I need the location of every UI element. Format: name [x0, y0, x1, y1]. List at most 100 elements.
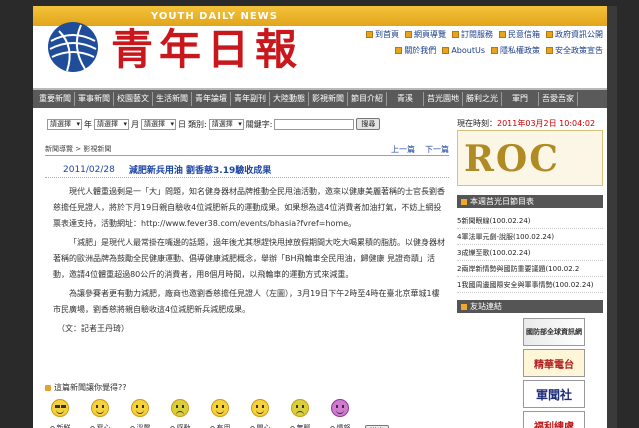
smile-face-icon	[211, 399, 229, 417]
mood-option: 憤怒	[325, 399, 355, 428]
nav-item[interactable]: 生活新聞	[153, 92, 192, 106]
links-header: 友站連結	[457, 300, 603, 313]
angry-face-icon	[331, 399, 349, 417]
nav-item[interactable]: 大陸動態	[270, 92, 309, 106]
paragraph: 現代人體重過剩是一「大」問題，知名健身器材品牌推動全民甩油活動，邀來以健康美麗著…	[53, 187, 445, 228]
privacy-icon	[491, 47, 498, 54]
article-title: 減肥新兵用油 劉香慈3.19驗收成果	[128, 166, 272, 176]
banner-news-agency[interactable]: 軍聞社	[523, 380, 585, 408]
nav-item[interactable]: 青年副刊	[231, 92, 270, 106]
banner-radio[interactable]: 精華電台	[523, 349, 585, 377]
mood-option: 開心	[245, 399, 275, 428]
schedule-item[interactable]: 4軍法單元劇-說服(100.02.24)	[457, 229, 603, 245]
logo-title: 青年日報	[111, 25, 304, 74]
bullet-icon	[461, 303, 467, 310]
teary-face-icon	[171, 399, 189, 417]
cool-face-icon	[51, 399, 69, 417]
breadcrumb-bar: 新聞導覽 > 影視新聞 上一篇 下一篇	[45, 143, 449, 156]
year-select[interactable]: 請選擇	[47, 118, 82, 130]
mood-poll: 這篇新聞讓你覺得?? 新鮮 窩心 溫馨 感動 有用 開心 無聊 憤怒 送出	[45, 382, 449, 428]
about-en-icon	[442, 47, 450, 54]
roc-logo: ROC	[464, 138, 560, 180]
site-header: YOUTH DAILY NEWS 青年日報 到首頁 網頁導覽 訂閱服務 民意信箱…	[33, 6, 607, 88]
schedule-header: 本週莒光日節目表	[457, 195, 603, 208]
brand-text: YOUTH DAILY NEWS	[151, 11, 278, 22]
category-select[interactable]: 請選擇	[208, 118, 244, 130]
nav-item[interactable]: 青溪	[387, 92, 424, 106]
month-select[interactable]: 請選擇	[94, 118, 129, 130]
article-headline: 2011/02/28 減肥新兵用油 劉香慈3.19驗收成果	[45, 162, 449, 178]
link-about-zh[interactable]: 關於我們	[395, 45, 436, 56]
link-sitemap[interactable]: 網頁導覽	[405, 29, 446, 40]
smile-face-icon	[91, 399, 109, 417]
mood-question: 這篇新聞讓你覺得??	[45, 382, 449, 393]
nav-item[interactable]: 青年論壇	[192, 92, 231, 106]
link-about-en[interactable]: AboutUs	[442, 45, 485, 56]
next-link[interactable]: 下一篇	[425, 144, 449, 155]
nav-item[interactable]: 軍門	[502, 92, 539, 106]
smile-face-icon	[131, 399, 149, 417]
mood-option: 無聊	[285, 399, 315, 428]
schedule-item[interactable]: 3成爍至歌(100.02.24)	[457, 245, 603, 261]
mood-option: 有用	[205, 399, 235, 428]
link-privacy[interactable]: 隱私權政策	[491, 45, 540, 56]
nav-item[interactable]: 重要新聞	[36, 92, 75, 106]
mood-option: 窩心	[85, 399, 115, 428]
security-icon	[546, 47, 553, 54]
bullet-icon	[45, 384, 51, 391]
home-icon	[366, 31, 373, 38]
mood-option: 新鮮	[45, 399, 75, 428]
breadcrumb: 新聞導覽 > 影視新聞	[45, 145, 112, 153]
nav-item[interactable]: 勝利之光	[463, 92, 502, 106]
about-icon	[395, 47, 403, 54]
paragraph: 「減肥」是現代人最常掛在嘴邊的話題，過年後尤其想趕快甩掉放假期間大吃大喝累積的脂…	[53, 238, 445, 279]
top-links: 到首頁 網頁導覽 訂閱服務 民意信箱 政府資訊公開 關於我們 AboutUs 隱…	[339, 29, 603, 61]
scrollbar[interactable]	[607, 6, 617, 428]
date-filter: 請選擇 年 請選擇 月 請選擇 日 類別: 請選擇 關鍵字: 搜尋	[47, 118, 381, 130]
sitemap-icon	[405, 31, 412, 38]
schedule-item[interactable]: 2兩岸新情勢與國防重要議題(100.02.2	[457, 261, 603, 277]
day-select[interactable]: 請選擇	[141, 118, 176, 130]
byline: （文：記者王丹琦）	[57, 324, 129, 333]
nav-item[interactable]: 軍事新聞	[75, 92, 114, 106]
nav-item[interactable]: 節目介紹	[348, 92, 387, 106]
mail-icon	[499, 31, 506, 38]
paragraph: 為讓參賽者更有動力減肥，廠商也邀劉香慈擔任見證人（左圖），3月19日下午2時至4…	[53, 289, 440, 314]
sidebar: 現在時刻：2011年03月2日 10:04:02 ROC 本週莒光日節目表 5新…	[453, 112, 607, 428]
schedule-item[interactable]: 5新聞眼線(100.02.24)	[457, 213, 603, 229]
link-subscribe[interactable]: 訂閱服務	[452, 29, 493, 40]
globe-logo-icon	[48, 22, 98, 72]
schedule-item[interactable]: 1我國周邊國際安全與軍事情勢(100.02.24)	[457, 277, 603, 293]
link-security[interactable]: 安全政策宣告	[546, 45, 603, 56]
subscribe-icon	[452, 31, 459, 38]
article-body: 現代人體重過剩是一「大」問題，知名健身器材品牌推動全民甩油活動，邀來以健康美麗著…	[53, 184, 445, 340]
nav-item[interactable]: 莒光園地	[424, 92, 463, 106]
main-nav: 重要新聞 軍事新聞 校園藝文 生活新聞 青年論壇 青年副刊 大陸動態 影視新聞 …	[33, 88, 607, 108]
main-content: 請選擇 年 請選擇 月 請選擇 日 類別: 請選擇 關鍵字: 搜尋 新聞導覽 >…	[33, 112, 453, 428]
link-home[interactable]: 到首頁	[366, 29, 399, 40]
nav-item[interactable]: 影視新聞	[309, 92, 348, 106]
gov-icon	[546, 31, 553, 38]
link-gov-info[interactable]: 政府資訊公開	[546, 29, 603, 40]
mood-options: 新鮮 窩心 溫馨 感動 有用 開心 無聊 憤怒 送出	[45, 399, 449, 428]
nav-item[interactable]: 校園藝文	[114, 92, 153, 106]
keyword-input[interactable]	[274, 118, 355, 130]
brand-bar	[33, 6, 607, 26]
nav-item[interactable]: 吾愛吾家	[539, 92, 578, 106]
bored-face-icon	[291, 399, 309, 417]
mood-option: 感動	[165, 399, 195, 428]
mood-option: 溫馨	[125, 399, 155, 428]
page-frame: YOUTH DAILY NEWS 青年日報 到首頁 網頁導覽 訂閱服務 民意信箱…	[33, 6, 607, 428]
search-button[interactable]: 搜尋	[356, 118, 381, 130]
roc-banner[interactable]: ROC	[457, 130, 603, 186]
link-mailbox[interactable]: 民意信箱	[499, 29, 540, 40]
article-date: 2011/02/28	[63, 164, 115, 175]
banner-welfare[interactable]: 福利總處	[523, 411, 585, 428]
bullet-icon	[461, 198, 467, 205]
schedule-list: 5新聞眼線(100.02.24) 4軍法單元劇-說服(100.02.24) 3成…	[457, 213, 603, 293]
partner-banners: 國防部全球資訊網 精華電台 軍聞社 福利總處	[523, 318, 585, 428]
current-time: 現在時刻：2011年03月2日 10:04:02	[457, 119, 596, 128]
prev-link[interactable]: 上一篇	[391, 144, 415, 155]
pager: 上一篇 下一篇	[391, 144, 449, 155]
banner-mnd[interactable]: 國防部全球資訊網	[523, 318, 585, 346]
